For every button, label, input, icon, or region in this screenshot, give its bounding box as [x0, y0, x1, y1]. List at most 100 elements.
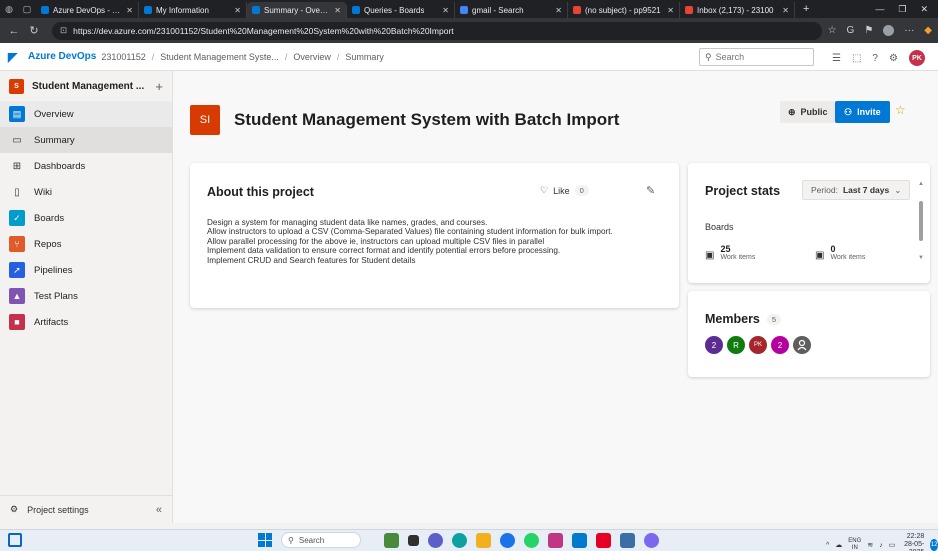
chat-icon[interactable] — [428, 532, 443, 548]
clock[interactable]: 22:28 28-05-2025 — [901, 533, 924, 551]
browser-tab[interactable]: My Information ✕ — [139, 2, 247, 18]
sidebar-item-summary[interactable]: ▭ Summary — [0, 127, 172, 153]
sidebar-item-overview[interactable]: ▤ Overview — [0, 101, 172, 127]
sidebar-item-dashboards[interactable]: ⊞ Dashboards — [0, 153, 172, 179]
breadcrumb-overview[interactable]: Overview — [293, 52, 331, 62]
sidebar-item-repos[interactable]: ⑂ Repos — [0, 231, 172, 257]
cloud-icon[interactable]: ☁ — [835, 541, 842, 549]
favorites-icon[interactable]: ⚑ — [864, 25, 873, 36]
sidebar-item-wiki[interactable]: ▯ Wiki — [0, 179, 172, 205]
browser-tab[interactable]: (no subject) - pp9521 ✕ — [568, 2, 680, 18]
chevron-up-icon[interactable]: ^ — [826, 542, 829, 549]
restore-icon[interactable]: ❐ — [898, 4, 906, 15]
like-count: 0 — [574, 185, 589, 196]
azure-devops-logo-icon[interactable]: ◤ — [8, 50, 22, 64]
tab-label: (no subject) - pp9521 — [585, 5, 661, 15]
photos-icon[interactable] — [620, 532, 635, 548]
help-icon[interactable]: ? — [872, 53, 878, 64]
like-button[interactable]: ♡ Like 0 — [540, 185, 589, 196]
notification-badge[interactable]: 12 — [930, 539, 938, 551]
project-settings-link[interactable]: ⚙ Project settings « — [0, 495, 172, 523]
sidebar-item-boards[interactable]: ✓ Boards — [0, 205, 172, 231]
extension-icon[interactable]: G — [847, 25, 855, 36]
widgets-icon[interactable] — [8, 533, 22, 547]
close-icon[interactable]: ✕ — [778, 6, 789, 15]
vscode-icon[interactable] — [572, 532, 587, 548]
settings-list-icon[interactable]: ☰ — [832, 53, 841, 64]
add-icon[interactable]: + — [155, 79, 163, 94]
close-icon[interactable]: ✕ — [663, 6, 674, 15]
sidebar-item-artifacts[interactable]: ■ Artifacts — [0, 309, 172, 335]
browser-tab-active[interactable]: Summary - Overview ✕ — [247, 2, 347, 18]
sidebar-item-pipelines[interactable]: ➚ Pipelines — [0, 257, 172, 283]
browser-tab[interactable]: gmail - Search ✕ — [455, 2, 568, 18]
browser-menu-icon[interactable]: ◍ — [0, 0, 18, 18]
avatar[interactable]: 2 — [771, 336, 789, 354]
whatsapp-icon[interactable] — [524, 532, 539, 548]
avatar[interactable]: R — [727, 336, 745, 354]
site-info-icon[interactable]: ⊡ — [60, 25, 67, 36]
user-settings-icon[interactable]: ⚙ — [889, 53, 898, 64]
browser-tab[interactable]: Queries - Boards ✕ — [347, 2, 455, 18]
task-view-icon[interactable] — [408, 534, 419, 546]
breadcrumb-summary[interactable]: Summary — [345, 52, 384, 62]
file-explorer-icon[interactable] — [476, 532, 491, 548]
close-icon[interactable]: ✕ — [330, 6, 341, 15]
more-icon[interactable]: ··· — [904, 25, 914, 36]
instagram-icon[interactable] — [548, 532, 563, 548]
back-icon[interactable]: ← — [6, 25, 22, 37]
person-avatar-icon[interactable] — [793, 336, 811, 354]
taskbar-search[interactable]: ⚲ Search — [281, 532, 361, 548]
edge-icon[interactable] — [452, 532, 467, 548]
favorite-star-icon[interactable]: ☆ — [895, 103, 906, 117]
tab-actions-icon[interactable]: ▢ — [18, 0, 36, 18]
close-icon[interactable]: ✕ — [438, 6, 449, 15]
profile-avatar[interactable] — [883, 25, 895, 36]
avatar[interactable]: 2 — [705, 336, 723, 354]
copilot-icon[interactable] — [644, 532, 659, 548]
collapse-sidebar-icon[interactable]: « — [156, 504, 162, 516]
volume-icon[interactable]: ♪ — [879, 542, 883, 549]
chrome-icon[interactable] — [500, 532, 515, 548]
favicon-icon — [252, 6, 260, 14]
close-icon[interactable]: ✕ — [122, 6, 133, 15]
scroll-up-icon[interactable]: ▲ — [918, 181, 924, 187]
public-button[interactable]: ⊕ Public — [780, 101, 836, 123]
language-indicator[interactable]: ENG IN — [848, 538, 861, 551]
close-icon[interactable]: ✕ — [230, 6, 241, 15]
landscape-app-icon[interactable] — [384, 532, 399, 548]
url-field[interactable]: ⊡ https://dev.azure.com/231001152/Studen… — [52, 21, 822, 40]
invite-button[interactable]: ⚇ Invite — [835, 101, 890, 123]
search-box[interactable]: ⚲ — [699, 48, 814, 66]
breadcrumb-project[interactable]: Student Management Syste... — [160, 52, 279, 62]
search-input[interactable] — [715, 52, 806, 62]
windows-start-icon[interactable] — [258, 533, 272, 547]
bookmark-star-icon[interactable]: ☆ — [828, 25, 837, 36]
marketplace-icon[interactable]: ⬚ — [852, 53, 861, 64]
period-dropdown[interactable]: Period: Last 7 days ⌄ — [802, 180, 911, 200]
youtube-icon[interactable] — [596, 532, 611, 548]
scrollbar-thumb[interactable] — [919, 201, 923, 241]
battery-icon[interactable]: ▭ — [889, 541, 896, 549]
browser-tab[interactable]: Azure DevOps - Micr ✕ — [36, 2, 139, 18]
brand-link[interactable]: Azure DevOps — [28, 51, 96, 62]
breadcrumb-org[interactable]: 231001152 — [101, 52, 145, 62]
clock-date: 28-05-2025 — [904, 541, 925, 551]
tab-label: Azure DevOps - Micr — [53, 5, 123, 15]
user-avatar[interactable]: PK — [908, 50, 925, 66]
close-icon[interactable]: ✕ — [551, 6, 562, 15]
sidebar-item-test-plans[interactable]: ▲ Test Plans — [0, 283, 172, 309]
stats-scrollbar[interactable]: ▲ ▼ — [918, 181, 924, 261]
copilot-icon[interactable]: ◆ — [924, 25, 932, 36]
avatar[interactable]: PK — [749, 336, 767, 354]
wifi-icon[interactable]: ≋ — [867, 541, 873, 549]
browser-tab[interactable]: Inbox (2,173) - 23100 ✕ — [680, 2, 795, 18]
scroll-down-icon[interactable]: ▼ — [918, 255, 924, 261]
edit-pencil-icon[interactable]: ✎ — [646, 184, 655, 197]
project-selector[interactable]: S Student Management ... + — [0, 71, 172, 101]
close-window-icon[interactable]: ✕ — [920, 4, 928, 15]
reload-icon[interactable]: ↻ — [26, 24, 42, 37]
minimize-icon[interactable]: — — [875, 4, 884, 15]
page-title: Student Management System with Batch Imp… — [234, 110, 620, 129]
new-tab-icon[interactable]: + — [795, 3, 817, 15]
